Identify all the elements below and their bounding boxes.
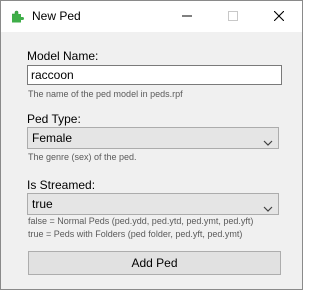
is-streamed-select[interactable]: true	[27, 193, 279, 215]
model-name-hint: The name of the ped model in peds.rpf	[28, 89, 183, 99]
ped-type-value: Female	[32, 131, 73, 145]
chevron-down-icon	[263, 200, 273, 212]
is-streamed-value: true	[32, 197, 53, 211]
ped-type-select[interactable]: Female	[27, 127, 279, 149]
window-title: New Ped	[32, 9, 81, 23]
minimize-icon	[182, 15, 192, 17]
model-name-input[interactable]: raccoon	[27, 65, 282, 85]
maximize-button[interactable]	[210, 1, 256, 32]
close-button[interactable]	[256, 1, 302, 32]
new-ped-window: New Ped Model Name: raccoon The name of …	[0, 0, 303, 290]
model-name-label: Model Name:	[27, 49, 99, 63]
maximize-icon	[228, 11, 238, 21]
ped-type-hint: The genre (sex) of the ped.	[28, 152, 137, 162]
title-bar[interactable]: New Ped	[1, 1, 302, 32]
minimize-button[interactable]	[164, 1, 210, 32]
is-streamed-label: Is Streamed:	[27, 178, 96, 192]
chevron-down-icon	[263, 134, 273, 146]
green-puzzle-icon	[10, 9, 24, 23]
add-ped-button[interactable]: Add Ped	[28, 251, 281, 275]
is-streamed-hint-true: true = Peds with Folders (ped folder, pe…	[28, 229, 243, 239]
close-icon	[274, 11, 284, 21]
ped-type-label: Ped Type:	[27, 112, 81, 126]
is-streamed-hint-false: false = Normal Peds (ped.ydd, ped.ytd, p…	[28, 216, 254, 226]
